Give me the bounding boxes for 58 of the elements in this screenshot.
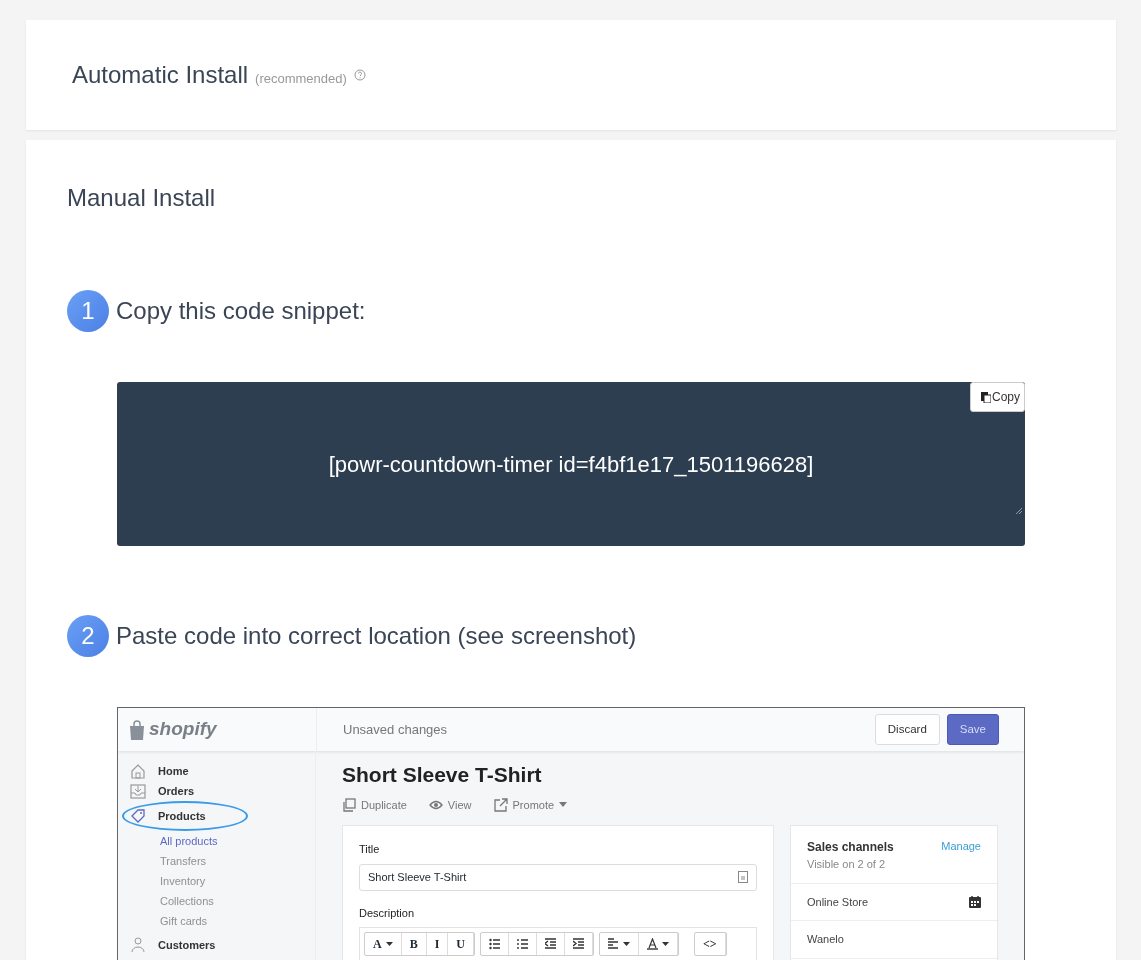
card-subtitle: Visible on 2 of 2 [807,857,887,872]
outdent-icon [545,938,557,950]
calendar-icon [969,895,981,908]
nav-item[interactable]: Home [130,761,248,781]
field-label: Description [359,905,416,921]
resize-grip-icon [1015,507,1022,514]
toolbar-button[interactable]: I [426,933,449,955]
action-link[interactable]: Duplicate [342,796,407,813]
field-label: Title [359,842,381,857]
step-number: 1 [67,290,109,332]
channel-name: Online Store [807,894,869,910]
discard-button[interactable]: Discard [874,713,940,746]
toolbar-button[interactable]: <> [695,933,726,955]
toolbar-button[interactable]: B [401,933,427,955]
nav-item[interactable]: Customers [130,935,248,955]
house-icon [130,763,146,779]
code-field[interactable]: [powr-countdown-timer id=f4bf1e17_1501196628] Copy [117,382,1025,546]
text-color-icon [647,938,659,950]
clipboard-icon [981,391,991,403]
top-bar-title: Unsaved changes [342,720,449,739]
logo-text: shopify [149,717,217,742]
channel-name: Wanelo [807,932,844,947]
caret-icon [385,942,393,946]
bullet-list-icon [489,938,501,950]
shopping-bag-icon [128,719,146,740]
help-icon [353,69,366,81]
indent-icon [573,938,585,950]
numbered-list-icon [517,938,529,950]
person-icon [130,937,146,953]
code-text: [powr-countdown-timer id=f4bf1e17_1501196628] [328,450,814,479]
toolbar-button[interactable]: A [365,933,402,955]
tag-icon [130,808,146,824]
copy-button[interactable]: Copy [970,382,1025,412]
step-text: Copy this code snippet: [116,296,366,326]
save-button[interactable]: Save [946,713,999,746]
external-link-icon [493,797,508,812]
caret-icon [662,942,670,946]
nav-item[interactable]: Products [122,801,248,831]
page-title: Short Sleeve T-Shirt [342,762,543,788]
section-title: Automatic Install [72,60,249,90]
field-value: Short Sleeve T-Shirt [368,869,467,885]
recommended-note: (recommended) [255,70,347,89]
card-title: Sales channels [807,839,894,856]
toolbar-button[interactable]: U [448,933,475,955]
caret-icon [623,942,631,946]
caret-icon [559,802,568,808]
section-title: Manual Install [67,183,217,213]
inbox-icon [130,783,146,799]
nav-item[interactable]: Orders [130,781,248,801]
title-field[interactable]: Short Sleeve T-Shirt [359,863,757,891]
align-left-icon [608,938,620,950]
duplicate-icon [342,797,356,812]
contact-card-icon [738,871,748,883]
action-link[interactable]: Promote [493,796,568,813]
action-link[interactable]: View [428,796,472,813]
step-number: 2 [67,615,109,657]
step-text: Paste code into correct location (see screenshot) [116,621,637,651]
nav-subitem[interactable]: All products [130,831,315,851]
